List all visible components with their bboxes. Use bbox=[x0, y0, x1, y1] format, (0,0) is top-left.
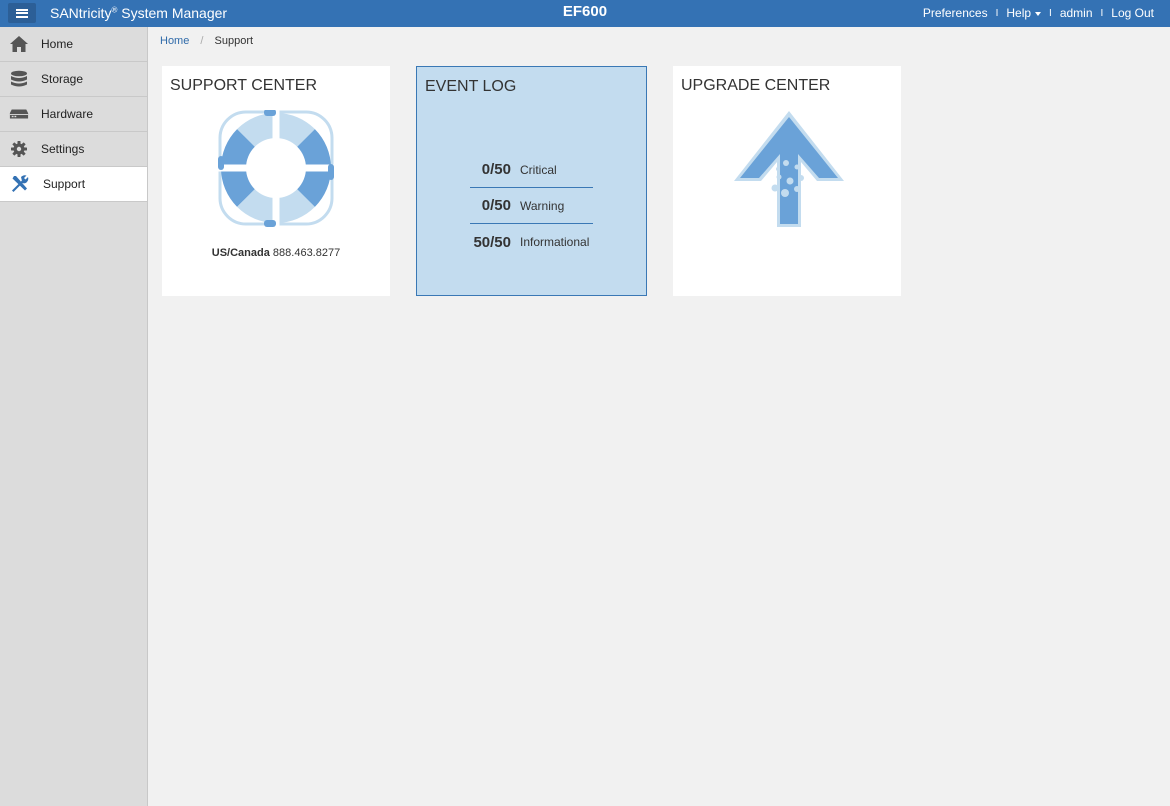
tile-title: UPGRADE CENTER bbox=[681, 77, 831, 94]
event-count: 0/50 bbox=[481, 197, 511, 214]
caret-down-icon bbox=[1035, 11, 1042, 16]
breadcrumb-current: Support bbox=[214, 35, 254, 47]
event-count: 50/50 bbox=[473, 233, 511, 251]
top-links: Preferences I Help I admin I Log Out bbox=[923, 6, 1154, 20]
top-bar: SANtricity® System Manager EF600 Prefere… bbox=[0, 0, 1170, 27]
sidebar-item-settings[interactable]: Settings bbox=[0, 132, 147, 167]
help-link: Help bbox=[1006, 6, 1032, 20]
sidebar-item-support[interactable]: Support bbox=[0, 167, 147, 202]
help-menu[interactable]: Help bbox=[1006, 6, 1042, 20]
sidebar-item-label: Settings bbox=[41, 142, 85, 156]
lifebuoy-icon bbox=[218, 110, 334, 227]
tile-title: SUPPORT CENTER bbox=[170, 77, 317, 94]
support-phone-number: 888.463.8277 bbox=[272, 247, 341, 259]
event-label: Informational bbox=[520, 235, 590, 249]
hamburger-menu-icon[interactable] bbox=[8, 3, 36, 23]
user-link[interactable]: admin bbox=[1060, 6, 1093, 20]
link-separator: I bbox=[1100, 7, 1104, 19]
event-log-tile[interactable]: EVENT LOG 0/50 Critical 0/50 Warning 50/… bbox=[416, 66, 647, 296]
event-row-informational: 50/50 Informational bbox=[470, 224, 593, 260]
sidebar: Home Storage Hardware Settings Support bbox=[0, 27, 148, 806]
breadcrumb: Home / Support bbox=[160, 35, 253, 47]
sidebar-item-label: Home bbox=[41, 37, 74, 51]
breadcrumb-separator: / bbox=[200, 35, 204, 47]
event-label: Critical bbox=[520, 162, 557, 177]
breadcrumb-home-link[interactable]: Home bbox=[160, 35, 189, 47]
event-row-warning: 0/50 Warning bbox=[470, 188, 593, 224]
logout-link[interactable]: Log Out bbox=[1111, 6, 1154, 20]
upgrade-arrow-icon bbox=[734, 111, 844, 227]
sidebar-item-home[interactable]: Home bbox=[0, 27, 147, 62]
app-title: SANtricity® System Manager bbox=[50, 5, 228, 21]
event-row-critical: 0/50 Critical bbox=[470, 152, 593, 188]
event-summary: 0/50 Critical 0/50 Warning 50/50 Informa… bbox=[470, 152, 593, 260]
event-count: 0/50 bbox=[481, 161, 511, 178]
sidebar-item-label: Storage bbox=[41, 72, 84, 86]
home-icon bbox=[9, 34, 29, 54]
tools-icon bbox=[10, 174, 30, 194]
sidebar-item-label: Hardware bbox=[41, 107, 94, 121]
upgrade-center-tile[interactable]: UPGRADE CENTER bbox=[673, 66, 901, 296]
link-separator: I bbox=[1049, 7, 1052, 19]
support-center-tile[interactable]: SUPPORT CENTER US/Canada 888.463.8277 bbox=[162, 66, 390, 296]
gear-icon bbox=[9, 139, 29, 159]
support-phone: US/Canada 888.463.8277 bbox=[162, 247, 390, 259]
hardware-icon bbox=[9, 104, 29, 124]
support-region: US/Canada bbox=[211, 247, 270, 259]
sidebar-item-storage[interactable]: Storage bbox=[0, 62, 147, 97]
event-label: Warning bbox=[520, 198, 565, 213]
tile-title: EVENT LOG bbox=[425, 78, 517, 95]
sidebar-item-label: Support bbox=[43, 177, 86, 191]
preferences-link[interactable]: Preferences bbox=[923, 6, 988, 20]
database-icon bbox=[9, 69, 29, 89]
sidebar-item-hardware[interactable]: Hardware bbox=[0, 97, 147, 132]
link-separator: I bbox=[995, 7, 999, 19]
